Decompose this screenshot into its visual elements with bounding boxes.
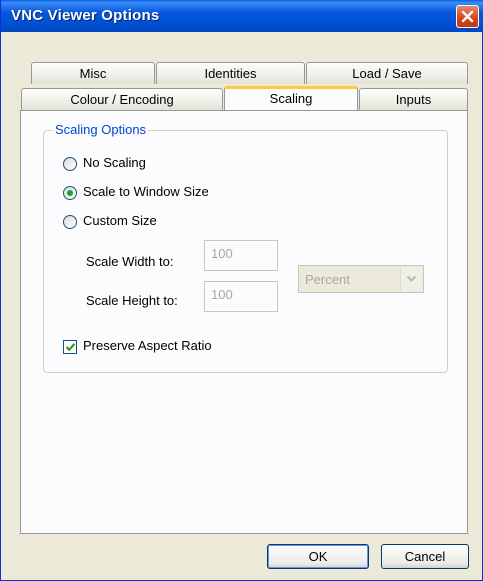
tab-colour-encoding[interactable]: Colour / Encoding <box>21 88 223 110</box>
scale-unit-select[interactable]: Percent <box>298 265 424 293</box>
scale-height-input[interactable]: 100 <box>204 281 278 312</box>
tab-load-save[interactable]: Load / Save <box>306 62 468 84</box>
scale-height-label: Scale Height to: <box>86 293 178 308</box>
dropdown-button[interactable] <box>400 267 422 291</box>
no-scaling-radio[interactable] <box>63 157 77 171</box>
preserve-aspect-label[interactable]: Preserve Aspect Ratio <box>83 338 212 353</box>
window-title: VNC Viewer Options <box>11 7 160 24</box>
tab-scaling[interactable]: Scaling <box>224 86 358 110</box>
custom-size-label[interactable]: Custom Size <box>83 213 157 228</box>
tab-misc[interactable]: Misc <box>31 62 155 84</box>
chevron-down-icon <box>406 275 417 282</box>
tab-label: Scaling <box>269 91 313 106</box>
scale-to-window-label[interactable]: Scale to Window Size <box>83 184 209 199</box>
tab-label: Colour / Encoding <box>70 92 174 107</box>
tab-label: Inputs <box>395 92 432 107</box>
preserve-aspect-checkbox[interactable] <box>63 340 77 354</box>
scale-to-window-radio[interactable] <box>63 186 77 200</box>
tab-inputs[interactable]: Inputs <box>359 88 468 110</box>
cancel-button[interactable]: Cancel <box>381 544 469 569</box>
close-button[interactable] <box>456 5 479 28</box>
scale-width-label: Scale Width to: <box>86 254 174 269</box>
no-scaling-label[interactable]: No Scaling <box>83 155 146 170</box>
scale-unit-value: Percent <box>305 272 350 287</box>
close-icon <box>461 10 474 23</box>
checkmark-icon <box>65 343 75 352</box>
scale-width-input[interactable]: 100 <box>204 240 278 271</box>
custom-size-radio[interactable] <box>63 215 77 229</box>
tab-identities[interactable]: Identities <box>156 62 305 84</box>
tab-label: Load / Save <box>352 66 422 81</box>
group-title: Scaling Options <box>53 122 149 137</box>
tab-label: Misc <box>79 66 107 81</box>
title-bar[interactable]: VNC Viewer Options <box>1 0 483 32</box>
tab-label: Identities <box>204 66 257 81</box>
ok-button[interactable]: OK <box>267 544 369 569</box>
vnc-options-dialog: VNC Viewer Options Misc Identities Load … <box>0 0 483 581</box>
